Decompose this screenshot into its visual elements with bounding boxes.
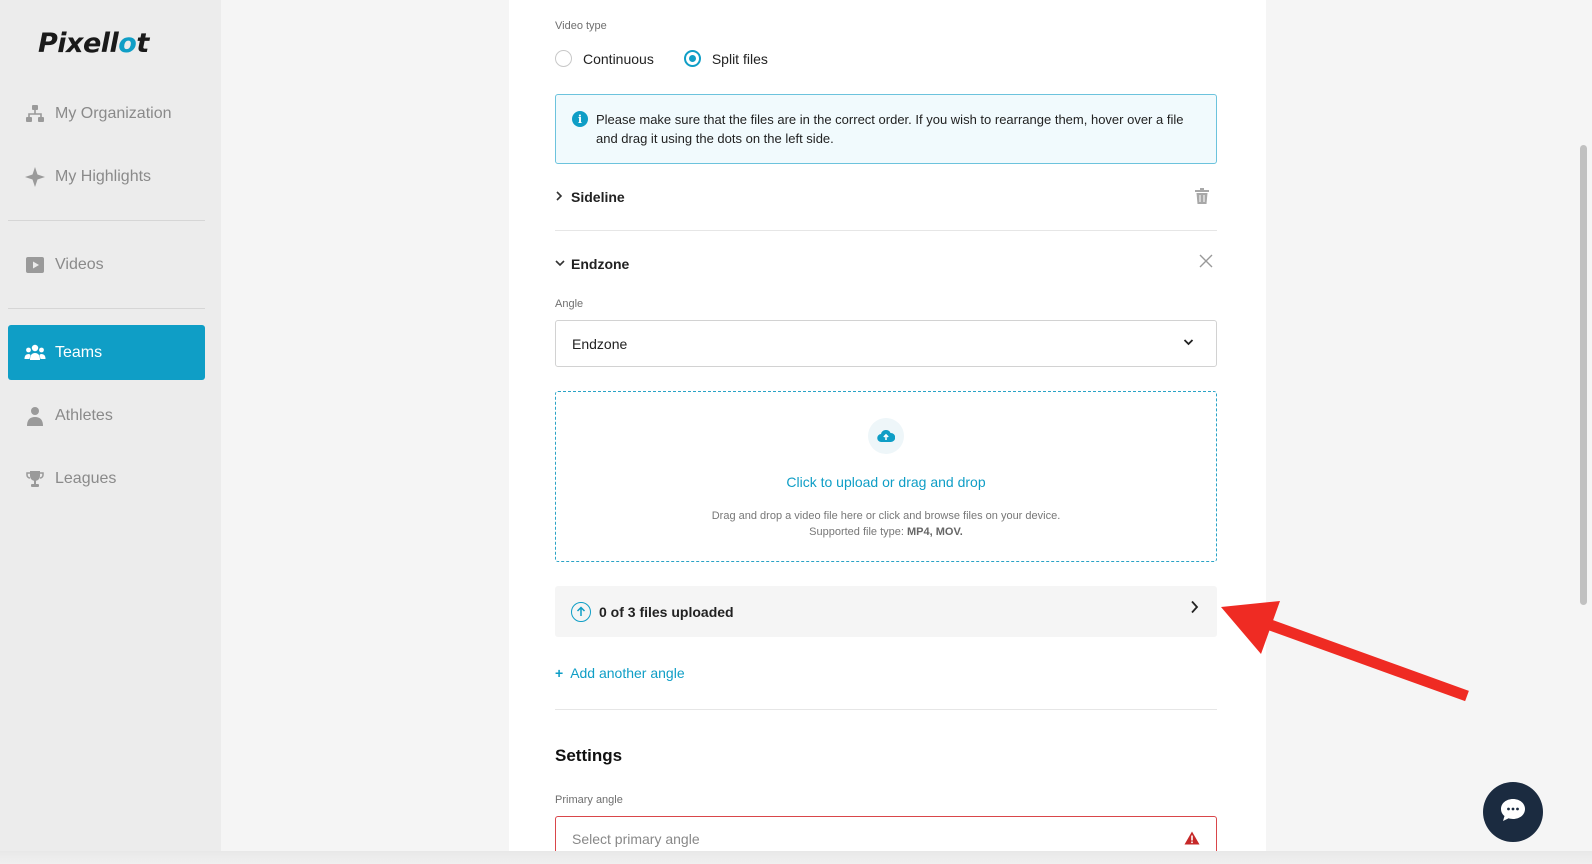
dropzone-description: Drag and drop a video file here or click… — [556, 508, 1216, 540]
sidebar-item-leagues[interactable]: Leagues — [8, 451, 205, 506]
section-divider — [555, 230, 1217, 231]
chat-button[interactable] — [1483, 782, 1543, 842]
primary-angle-placeholder: Select primary angle — [572, 831, 700, 847]
sidebar-item-label: Leagues — [55, 469, 117, 487]
sidebar-divider — [8, 220, 205, 221]
angle-section-title: Sideline — [571, 189, 625, 205]
primary-angle-label: Primary angle — [555, 794, 623, 806]
page-scrollbar[interactable] — [1576, 0, 1592, 864]
chevron-down-icon — [555, 258, 571, 270]
sidebar-item-my-highlights[interactable]: My Highlights — [8, 149, 205, 204]
angle-label: Angle — [555, 298, 584, 310]
cloud-upload-icon — [868, 418, 904, 454]
dropzone-description-line: Drag and drop a video file here or click… — [711, 510, 1061, 522]
team-icon — [24, 342, 46, 364]
dropzone-title[interactable]: Click to upload or drag and drop — [556, 474, 1216, 490]
supported-file-types-value: MP4, MOV. — [907, 526, 963, 538]
sidebar: Pixellot My Organization My Highlights V… — [0, 0, 221, 864]
upload-progress-row[interactable]: 0 of 3 files uploaded — [555, 586, 1217, 637]
video-type-label: Video type — [555, 20, 607, 32]
settings-heading: Settings — [555, 746, 623, 765]
angle-select[interactable]: Endzone — [555, 320, 1217, 367]
sidebar-item-label: Athletes — [55, 406, 113, 424]
angle-section-endzone[interactable]: Endzone — [555, 252, 1217, 276]
supported-file-types-label: Supported file type: — [809, 526, 907, 538]
sidebar-item-videos[interactable]: Videos — [8, 237, 205, 292]
info-message: Please make sure that the files are in t… — [596, 112, 1184, 146]
split-files-radio-label[interactable]: Split files — [712, 51, 768, 67]
warning-icon — [1184, 831, 1200, 848]
window-bottom-edge — [0, 851, 1592, 864]
trash-icon[interactable] — [1195, 188, 1209, 207]
upload-status-text: 0 of 3 files uploaded — [599, 603, 734, 620]
sidebar-item-label: Videos — [55, 255, 104, 273]
scrollbar-thumb[interactable] — [1580, 145, 1587, 605]
chevron-right-icon — [555, 190, 571, 204]
athlete-icon — [24, 405, 46, 427]
upload-arrow-icon — [571, 601, 591, 622]
video-play-icon — [24, 254, 46, 276]
sidebar-item-athletes[interactable]: Athletes — [8, 388, 205, 443]
org-chart-icon — [24, 103, 46, 125]
pixellot-logo[interactable]: Pixellot — [38, 28, 149, 59]
sidebar-item-label: My Organization — [55, 104, 172, 122]
video-type-radio-group: Continuous Split files — [555, 50, 798, 67]
sidebar-item-my-organization[interactable]: My Organization — [8, 86, 205, 141]
file-order-info-box: i Please make sure that the files are in… — [555, 94, 1217, 164]
add-another-angle-link[interactable]: + Add another angle — [555, 665, 685, 681]
continuous-radio[interactable] — [555, 50, 572, 67]
chevron-right-icon[interactable] — [1190, 600, 1199, 619]
angle-section-sideline[interactable]: Sideline — [555, 185, 1217, 209]
sidebar-item-label: My Highlights — [55, 167, 152, 185]
sparkle-icon — [24, 166, 46, 188]
angle-section-title: Endzone — [571, 256, 630, 272]
sidebar-item-teams[interactable]: Teams — [8, 325, 205, 380]
chat-bubble-icon — [1500, 798, 1526, 827]
split-files-radio[interactable] — [683, 50, 701, 67]
section-divider — [555, 709, 1217, 710]
add-another-angle-label: Add another angle — [570, 665, 685, 681]
angle-select-value: Endzone — [572, 335, 628, 352]
continuous-radio-label[interactable]: Continuous — [583, 51, 654, 67]
chevron-down-icon — [1183, 335, 1194, 349]
sidebar-item-label: Teams — [55, 343, 103, 361]
trophy-icon — [24, 468, 46, 490]
video-upload-dropzone[interactable]: Click to upload or drag and drop Drag an… — [555, 391, 1217, 562]
close-icon[interactable] — [1199, 252, 1213, 273]
plus-icon: + — [555, 665, 564, 681]
info-icon: i — [572, 111, 588, 127]
supported-file-types: Supported file type: MP4, MOV. — [556, 524, 1216, 540]
sidebar-divider — [8, 308, 205, 309]
